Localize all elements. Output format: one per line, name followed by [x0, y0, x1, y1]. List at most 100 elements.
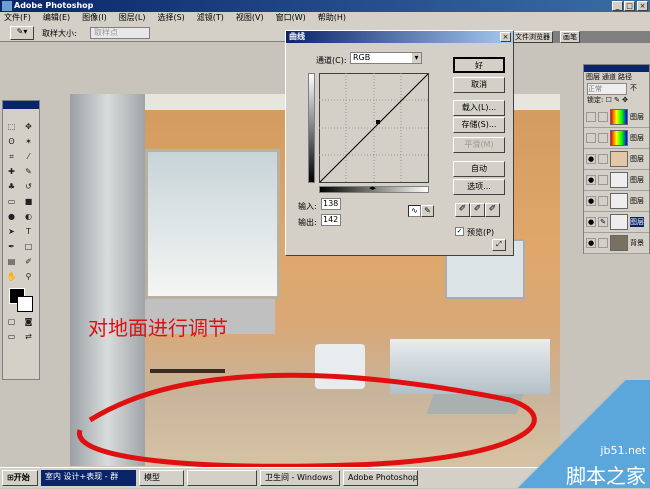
layer-row[interactable]: ● 图层	[584, 149, 649, 170]
tab-paths[interactable]: 路径	[618, 72, 632, 83]
photoshop-icon	[2, 1, 12, 11]
save-button[interactable]: 存储(S)...	[453, 117, 505, 133]
layer-row[interactable]: 图层	[584, 107, 649, 128]
zoom-tool-icon[interactable]: ⚲	[21, 270, 36, 283]
magic-wand-icon[interactable]: ✶	[21, 135, 36, 148]
gradient-tool-icon[interactable]: ■	[21, 195, 36, 208]
lock-label: 锁定:	[587, 96, 604, 104]
slice-tool-icon[interactable]: ⁄	[21, 150, 36, 163]
menu-edit[interactable]: 编辑(E)	[43, 12, 70, 24]
pen-tool-icon[interactable]: ✒	[4, 240, 19, 253]
menu-file[interactable]: 文件(F)	[4, 12, 31, 24]
marquee-tool-icon[interactable]: ⬚	[4, 120, 19, 133]
preview-checkbox[interactable]: ✓	[455, 227, 464, 236]
tab-file-browser[interactable]: 文件浏览器	[512, 31, 553, 43]
layer-row[interactable]: 图层	[584, 128, 649, 149]
tab-brushes[interactable]: 画笔	[560, 31, 580, 43]
gradient-toggle-icon[interactable]: ◂▸	[369, 184, 376, 192]
history-brush-icon[interactable]: ↺	[21, 180, 36, 193]
menu-select[interactable]: 选择(S)	[157, 12, 184, 24]
options-button[interactable]: 选项...	[453, 179, 505, 195]
tab-channels[interactable]: 通道	[602, 72, 616, 83]
color-swatches[interactable]	[3, 284, 39, 314]
taskbar-item[interactable]: 室内 设计+表现 - 群	[41, 470, 136, 486]
eye-icon[interactable]: ●	[586, 154, 596, 164]
auto-button[interactable]: 自动	[453, 161, 505, 177]
curves-close-button[interactable]: ×	[500, 32, 511, 42]
path-select-icon[interactable]: ➤	[4, 225, 19, 238]
notes-tool-icon[interactable]: ▤	[4, 255, 19, 268]
channel-select[interactable]: RGB ▾	[350, 52, 422, 64]
channel-label: 通道(C):	[316, 56, 347, 65]
tab-layers[interactable]: 图层	[586, 72, 600, 83]
menu-view[interactable]: 视图(V)	[236, 12, 264, 24]
eye-icon[interactable]: ●	[586, 196, 596, 206]
curve-graph[interactable]	[319, 73, 429, 183]
layer-row[interactable]: ● 背景	[584, 233, 649, 254]
maximize-button[interactable]: □	[624, 1, 635, 11]
eye-icon[interactable]: ●	[586, 175, 596, 185]
taskbar-item[interactable]: 模型	[139, 470, 184, 486]
taskbar-item[interactable]	[187, 470, 257, 486]
cancel-button[interactable]: 取消	[453, 77, 505, 93]
black-eyedropper-icon[interactable]: ✐	[455, 203, 470, 217]
pencil-mode-icon[interactable]: ✎	[421, 205, 434, 217]
screen-mode-icon[interactable]: ▭	[4, 330, 19, 343]
crop-tool-icon[interactable]: ⌗	[4, 150, 19, 163]
menu-filter[interactable]: 滤镜(T)	[197, 12, 224, 24]
menu-window[interactable]: 窗口(W)	[276, 12, 306, 24]
layer-row[interactable]: ● 图层	[584, 170, 649, 191]
start-button[interactable]: ⊞开始	[2, 470, 38, 486]
eye-icon[interactable]: ●	[586, 217, 596, 227]
eyedropper-tool-preset[interactable]: ✎▾	[10, 26, 34, 40]
minimize-button[interactable]: _	[612, 1, 623, 11]
watermark: jb51.net 脚本之家	[515, 380, 650, 488]
taskbar-item[interactable]: 卫生间 - Windows	[260, 470, 340, 486]
sample-size-select[interactable]: 取样点	[90, 27, 150, 39]
type-tool-icon[interactable]: T	[21, 225, 36, 238]
close-button[interactable]: ×	[637, 1, 648, 11]
layer-thumbnail	[610, 214, 628, 230]
standard-mode-icon[interactable]: ▢	[4, 315, 19, 328]
quickmask-mode-icon[interactable]: ◙	[21, 315, 36, 328]
visibility-toggle[interactable]	[586, 112, 596, 122]
curves-titlebar: 曲线	[286, 31, 513, 43]
brush-icon: ✎	[598, 217, 608, 227]
layer-thumbnail	[610, 130, 628, 146]
blend-mode-select[interactable]: 正常	[587, 83, 627, 95]
layer-thumbnail	[610, 109, 628, 125]
layer-row[interactable]: ● 图层	[584, 191, 649, 212]
layer-name: 背景	[630, 239, 644, 247]
gray-eyedropper-icon[interactable]: ✐	[470, 203, 485, 217]
curve-point[interactable]	[376, 120, 380, 124]
healing-brush-icon[interactable]: ✚	[4, 165, 19, 178]
chevron-down-icon: ▾	[412, 53, 421, 63]
stamp-tool-icon[interactable]: ♣	[4, 180, 19, 193]
ok-button[interactable]: 好	[453, 57, 505, 73]
expand-dialog-icon[interactable]: ⤢	[492, 239, 506, 251]
move-tool-icon[interactable]: ✥	[21, 120, 36, 133]
shape-tool-icon[interactable]: □	[21, 240, 36, 253]
visibility-toggle[interactable]	[586, 133, 596, 143]
load-button[interactable]: 载入(L)...	[453, 100, 505, 116]
layers-titlebar	[584, 65, 649, 72]
eye-icon[interactable]: ●	[586, 238, 596, 248]
brush-tool-icon[interactable]: ✎	[21, 165, 36, 178]
input-field[interactable]: 138	[321, 198, 341, 210]
background-color[interactable]	[17, 296, 33, 312]
eyedropper-tool-icon[interactable]: ✐	[21, 255, 36, 268]
eraser-tool-icon[interactable]: ▭	[4, 195, 19, 208]
curve-mode-icon[interactable]: ∿	[408, 205, 421, 217]
menu-layer[interactable]: 图层(L)	[119, 12, 146, 24]
lasso-tool-icon[interactable]: ʘ	[4, 135, 19, 148]
white-eyedropper-icon[interactable]: ✐	[485, 203, 500, 217]
layer-row-selected[interactable]: ● ✎ 图层	[584, 212, 649, 233]
taskbar-item[interactable]: Adobe Photoshop	[343, 470, 418, 486]
menu-image[interactable]: 图像(I)	[82, 12, 107, 24]
dodge-tool-icon[interactable]: ◐	[21, 210, 36, 223]
menu-help[interactable]: 帮助(H)	[318, 12, 346, 24]
jump-to-imageready-icon[interactable]: ⇄	[21, 330, 36, 343]
output-field[interactable]: 142	[321, 214, 341, 226]
blur-tool-icon[interactable]: ●	[4, 210, 19, 223]
hand-tool-icon[interactable]: ✋	[4, 270, 19, 283]
